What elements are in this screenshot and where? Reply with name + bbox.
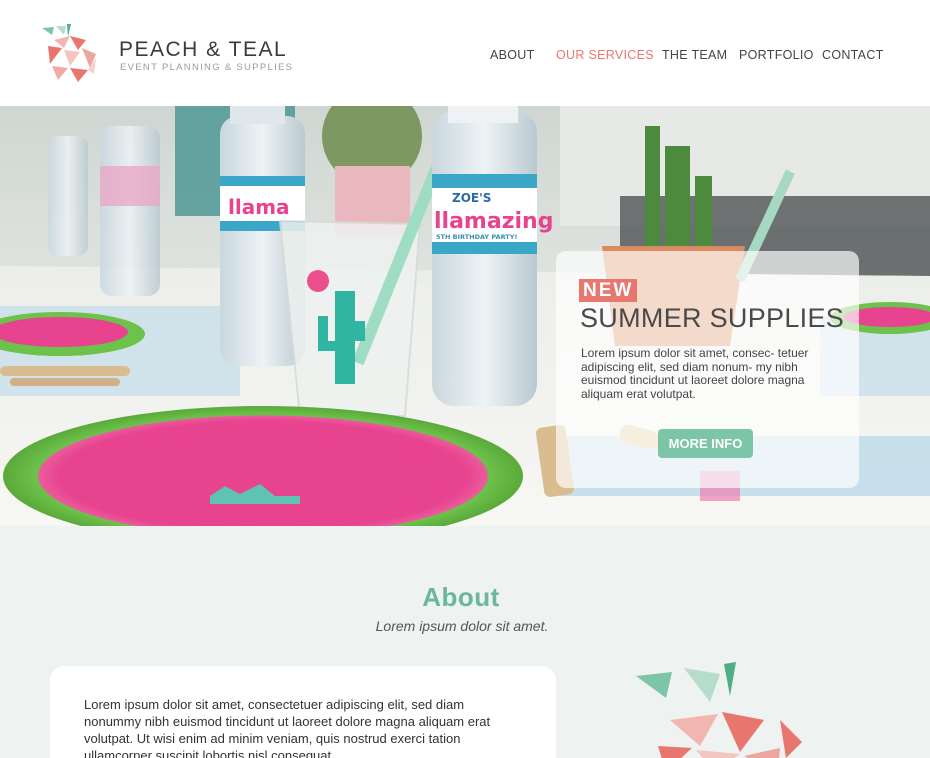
about-card: Lorem ipsum dolor sit amet, consectetuer… [50,666,556,758]
brand-tagline: EVENT PLANNING & SUPPLIES [120,62,294,73]
svg-text:ZOE'S: ZOE'S [452,191,491,205]
about-title: About [422,582,500,612]
about-section: About Lorem ipsum dolor sit amet. Lorem … [0,526,930,758]
nav-our-services[interactable]: OUR SERVICES [556,48,654,62]
promo-card: NEW SUMMER SUPPLIES Lorem ipsum dolor si… [556,251,859,488]
peach-logo-large-icon [636,662,802,758]
more-info-button[interactable]: MORE INFO [658,429,753,458]
about-subtitle: Lorem ipsum dolor sit amet. [375,618,549,634]
nav-about[interactable]: ABOUT [490,48,535,62]
nav-contact[interactable]: CONTACT [822,48,884,62]
promo-text: Lorem ipsum dolor sit amet, consec- tetu… [581,346,809,401]
svg-text:5TH BIRTHDAY PARTY!: 5TH BIRTHDAY PARTY! [436,233,517,241]
svg-text:llamazing: llamazing [434,209,553,234]
hero-banner: llama ZOE'S llamazing 5TH BIRTHDAY PARTY… [0,106,930,526]
new-badge: NEW [579,279,638,302]
about-body-text: Lorem ipsum dolor sit amet, consectetuer… [84,697,491,758]
svg-text:llama: llama [228,195,290,219]
nav-portfolio[interactable]: PORTFOLIO [739,48,814,62]
peach-logo-icon[interactable] [40,22,100,84]
site-header: PEACH & TEAL EVENT PLANNING & SUPPLIES A… [0,0,930,106]
promo-title: SUMMER SUPPLIES [580,303,845,333]
nav-the-team[interactable]: THE TEAM [662,48,727,62]
brand-name: PEACH & TEAL [119,38,288,61]
